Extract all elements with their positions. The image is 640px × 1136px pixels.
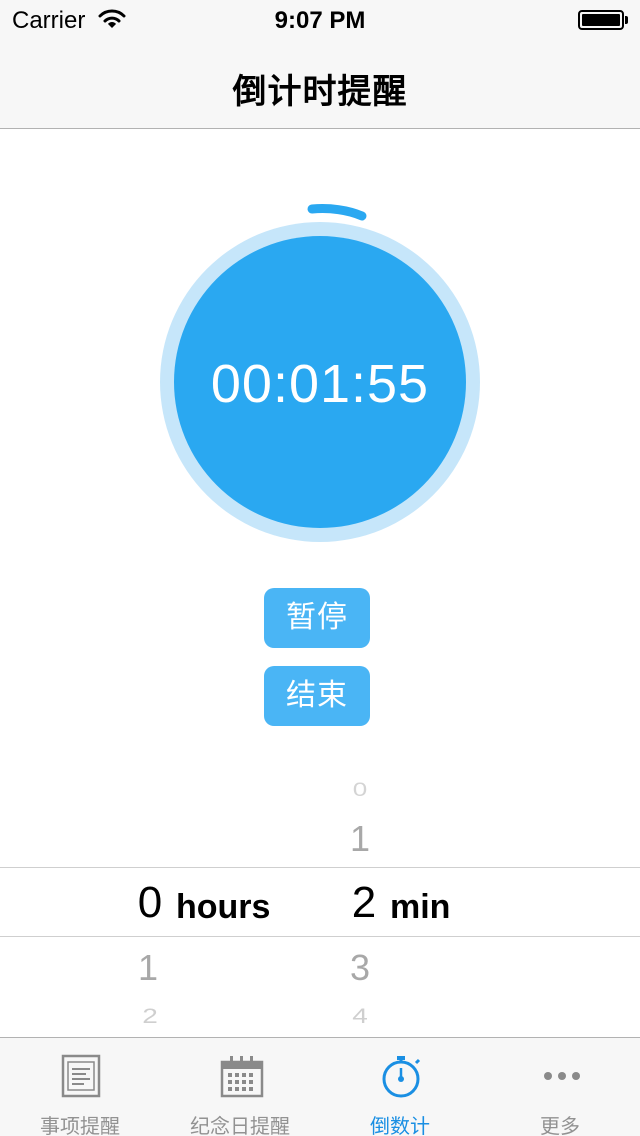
minutes-selected-value: 2 (351, 878, 377, 927)
hours-option[interactable]: 2 (120, 1004, 180, 1028)
minutes-option[interactable]: 3 (330, 947, 390, 989)
pause-button[interactable]: 暂停 (264, 588, 370, 648)
navigation-bar: 倒计时提醒 (0, 40, 640, 129)
tab-bar: 事项提醒 纪念日提醒 倒数计 更多 (0, 1037, 640, 1136)
list-doc-icon (61, 1054, 101, 1098)
minutes-unit-label: min (390, 888, 451, 926)
duration-picker[interactable]: 0 hours 1 2 0 1 2 min 3 4 (0, 760, 640, 1037)
minutes-option[interactable]: 1 (330, 818, 390, 860)
tab-more[interactable]: 更多 (480, 1038, 640, 1136)
countdown-screen: Carrier 9:07 PM 倒计时提醒 00:01:55 暂停 结束 0 h… (0, 0, 640, 1136)
stop-button[interactable]: 结束 (264, 666, 370, 726)
minutes-option[interactable]: 0 (330, 778, 390, 801)
tab-countdown[interactable]: 倒数计 (320, 1038, 480, 1136)
tab-label: 事项提醒 (40, 1116, 120, 1136)
page-title: 倒计时提醒 (232, 73, 408, 111)
countdown-time: 00:01:55 (210, 354, 430, 414)
more-dots-icon (544, 1072, 580, 1080)
progress-arc (307, 204, 367, 221)
status-time: 9:07 PM (274, 7, 366, 34)
tab-label: 倒数计 (370, 1116, 430, 1136)
battery-icon (578, 10, 628, 30)
tab-label: 纪念日提醒 (190, 1116, 290, 1136)
calendar-icon (220, 1056, 264, 1098)
minutes-option[interactable]: 4 (330, 1004, 390, 1028)
status-bar: Carrier 9:07 PM (0, 0, 640, 40)
picker-selection-band (0, 867, 640, 937)
hours-selected-value: 0 (137, 878, 163, 927)
hours-unit-label: hours (176, 888, 271, 926)
tab-anniversary[interactable]: 纪念日提醒 (160, 1038, 320, 1136)
tab-label: 更多 (540, 1116, 580, 1136)
stopwatch-icon (382, 1056, 421, 1098)
hours-option[interactable]: 1 (118, 947, 178, 989)
tab-reminders[interactable]: 事项提醒 (0, 1038, 160, 1136)
countdown-dial: 00:01:55 (150, 198, 490, 548)
